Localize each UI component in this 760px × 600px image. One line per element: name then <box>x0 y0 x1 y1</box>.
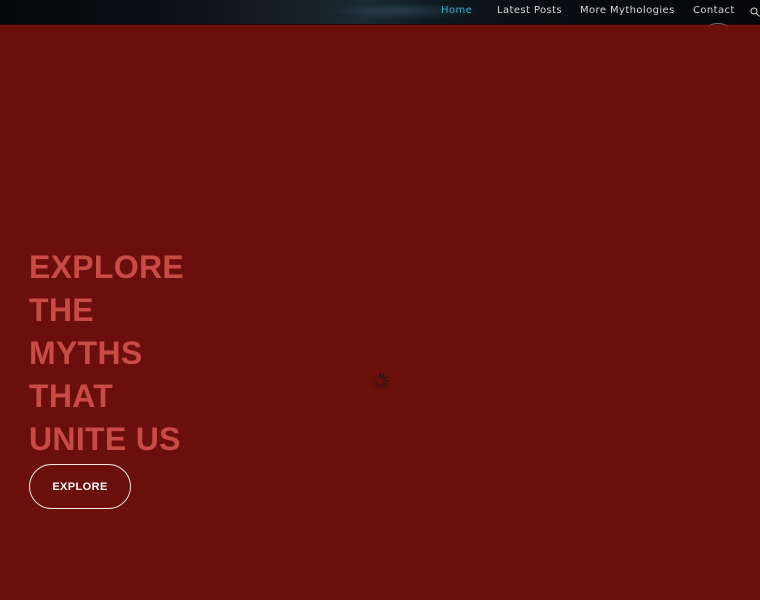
nav-item-more-mythologies[interactable]: More Mythologies <box>580 5 675 16</box>
hero-title-line: THAT <box>29 378 114 414</box>
hero-title-line: EXPLORE <box>29 249 185 285</box>
hero-title-line: THE <box>29 292 94 328</box>
explore-button[interactable]: EXPLORE <box>29 464 131 509</box>
hero-title-line: UNITE US <box>29 421 181 457</box>
spinner-icon <box>370 371 390 391</box>
nav-item-latest-posts[interactable]: Latest Posts <box>497 5 562 16</box>
hero-title: EXPLORE THE MYTHS THAT UNITE US <box>29 246 184 461</box>
nav-item-contact[interactable]: Contact <box>693 5 735 16</box>
decorative-arc <box>708 23 728 32</box>
search-icon[interactable] <box>750 4 760 17</box>
nav-item-home[interactable]: Home <box>441 5 472 16</box>
header-bar: Home Latest Posts More Mythologies Conta… <box>0 0 760 25</box>
main-nav: Home Latest Posts More Mythologies Conta… <box>0 0 760 22</box>
hero-title-line: MYTHS <box>29 335 143 371</box>
